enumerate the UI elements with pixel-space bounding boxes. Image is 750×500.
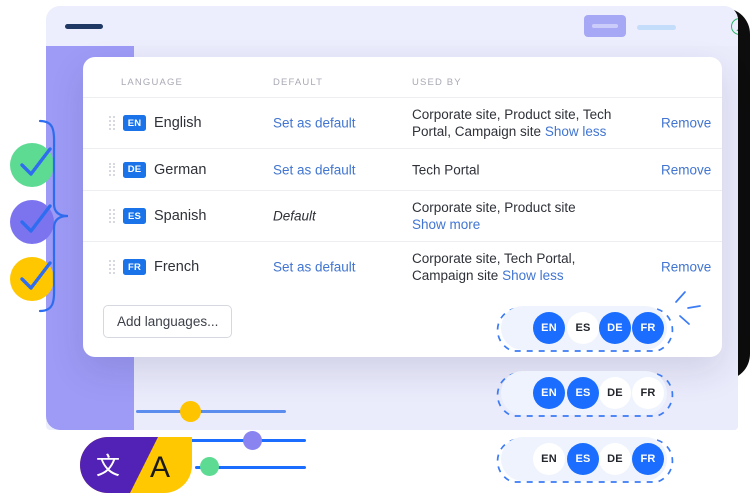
browser-toolbar [46,6,738,47]
language-pill-fr[interactable]: FR [632,377,664,409]
svg-text:文: 文 [96,452,120,480]
used-by-sites: Tech Portal [412,162,480,177]
grouping-brace-icon [38,119,69,313]
used-by-sites: Corporate site, Product site [412,200,576,215]
language-name: French [154,259,200,275]
pill-group-corporate-site: EN ES DE FR [501,306,667,350]
language-code-badge: ES [123,208,146,224]
pill-group-product-site: EN ES DE FR [501,371,667,415]
language-code-badge: FR [123,259,146,275]
set-as-default-link[interactable]: Set as default [273,162,356,177]
secondary-link-placeholder-icon[interactable] [637,25,676,30]
toggle-sites-link[interactable]: Show less [545,124,607,139]
default-state-text: Default [273,208,316,224]
set-as-default-label: Set as default [273,115,356,131]
language-pill-de[interactable]: DE [599,443,631,475]
language-code-badge: DE [123,161,146,178]
set-as-default-label: Set as default [273,259,356,275]
user-avatar-icon[interactable] [731,18,738,35]
translate-icon: 文 A [80,437,192,493]
table-row[interactable]: EN English Set as default Corporate site… [83,97,722,148]
table-row[interactable]: FR French Set as default Corporate site,… [83,241,722,292]
table-row[interactable]: DE German Set as default Tech Portal Rem… [83,148,722,190]
language-name: Spanish [154,208,207,224]
slider-knob-icon-1[interactable] [180,401,201,422]
svg-text:A: A [150,451,170,484]
column-header-language: LANGUAGE [121,77,183,88]
pill-group-campaign-site: EN ES DE FR [501,437,667,481]
drag-handle-icon[interactable] [109,260,116,274]
primary-action-placeholder-button[interactable] [584,15,626,37]
slider-knob-icon-3[interactable] [200,457,219,476]
screenshot-stage: 文 A LANGUAGE DEFAULT USED BY EN English … [0,0,750,500]
language-pill-de[interactable]: DE [599,312,631,344]
remove-link[interactable]: Remove [661,162,711,177]
language-pill-es[interactable]: ES [567,377,599,409]
set-as-default-link[interactable]: Set as default [273,116,356,131]
language-pill-en[interactable]: EN [533,443,565,475]
used-by-cell: Corporate site, Tech Portal, Campaign si… [412,250,637,284]
language-table-body: EN English Set as default Corporate site… [83,97,722,292]
primary-action-placeholder-icon [592,24,618,28]
set-as-default-label: Set as default [273,162,356,177]
language-pill-de[interactable]: DE [599,377,631,409]
language-pill-fr[interactable]: FR [632,443,664,475]
remove-link[interactable]: Remove [661,116,711,131]
toggle-sites-link[interactable]: Show more [412,217,480,232]
language-code-badge: EN [123,115,146,131]
add-languages-button[interactable]: Add languages... [103,305,233,338]
language-name: English [154,115,202,131]
used-by-cell: Corporate site, Product site Show more [412,199,637,233]
language-pill-es[interactable]: ES [567,312,599,344]
slider-knob-icon-2[interactable] [243,431,262,450]
drag-handle-icon[interactable] [109,209,116,223]
table-header-row: LANGUAGE DEFAULT USED BY [83,57,722,97]
language-pill-es[interactable]: ES [567,443,599,475]
language-pill-fr[interactable]: FR [632,312,664,344]
remove-link[interactable]: Remove [661,260,711,275]
current-default-label: Default [273,209,316,224]
used-by-cell: Corporate site, Product site, Tech Porta… [412,106,637,140]
table-row[interactable]: ES Spanish Default Corporate site, Produ… [83,190,722,241]
column-header-default: DEFAULT [273,77,324,88]
column-header-used-by: USED BY [412,77,462,88]
toggle-sites-link[interactable]: Show less [502,268,564,283]
set-as-default-link[interactable]: Set as default [273,260,356,275]
nav-logo-placeholder-icon [65,24,103,29]
drag-handle-icon[interactable] [109,116,116,130]
used-by-cell: Tech Portal [412,161,637,178]
language-pill-en[interactable]: EN [533,377,565,409]
pill-group-1-sparkle-icon [675,291,701,325]
language-pill-en[interactable]: EN [533,312,565,344]
drag-handle-icon[interactable] [109,162,116,177]
language-name: German [154,161,207,178]
slider-track-1[interactable] [136,410,286,413]
